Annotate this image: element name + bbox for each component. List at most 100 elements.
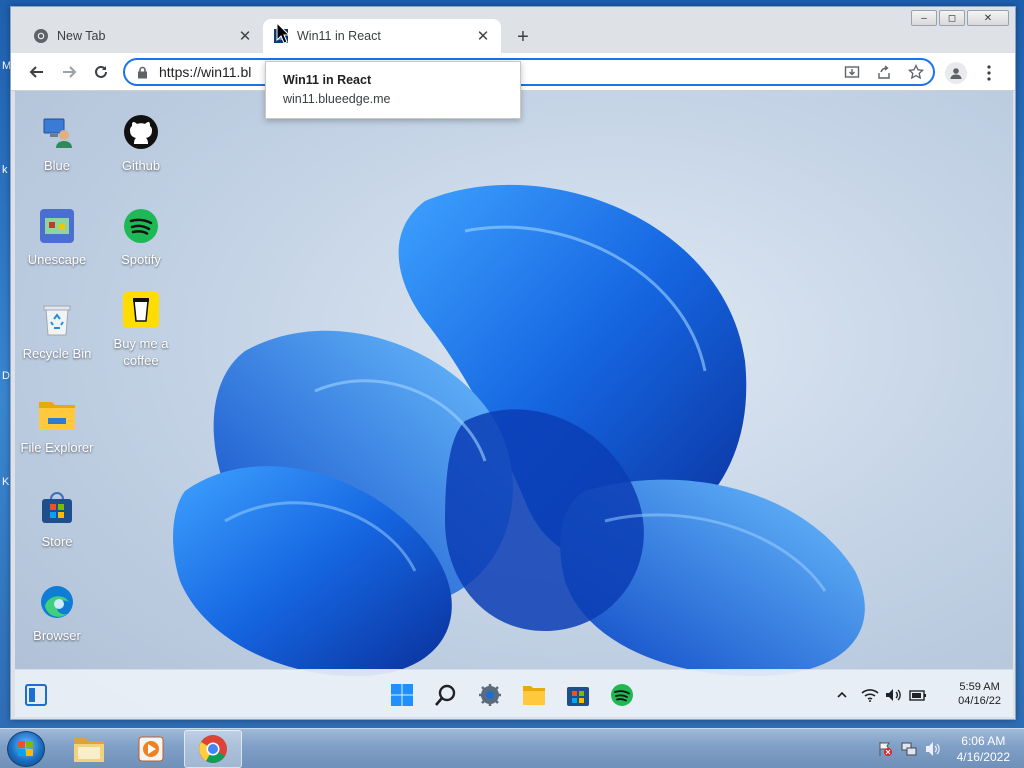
desktop-icon-buy-me-a-coffee[interactable]: Buy me a coffee — [99, 291, 183, 369]
wifi-icon — [861, 689, 879, 702]
kebab-menu-icon — [987, 65, 991, 81]
tab-strip: New Tab ✕ Win11 in React ✕ + — [11, 19, 1015, 53]
volume-control[interactable] — [883, 682, 905, 708]
spotify-icon — [122, 207, 160, 245]
store-taskbar-button[interactable] — [565, 682, 591, 708]
tooltip-title: Win11 in React — [283, 73, 372, 87]
win11-time: 5:59 AM — [959, 681, 1000, 693]
user-pc-icon — [38, 113, 76, 151]
back-button[interactable] — [25, 60, 49, 84]
host-time: 6:06 AM — [961, 734, 1006, 748]
tab-hover-card: Win11 in React win11.blueedge.me — [265, 61, 521, 119]
win11-date: 04/16/22 — [958, 695, 1001, 707]
close-tab-icon[interactable]: ✕ — [237, 27, 253, 45]
coffee-icon — [122, 291, 160, 329]
address-bar[interactable]: https://win11.bl — [123, 58, 935, 86]
wifi-status[interactable] — [859, 682, 881, 708]
action-center-flag-icon[interactable] — [877, 741, 893, 757]
host-media-player-task[interactable] — [122, 730, 180, 768]
desktop-icon-label: Browser — [33, 628, 81, 643]
desktop-icon-file-explorer[interactable]: File Explorer — [15, 395, 99, 456]
windows-flag-icon — [18, 741, 33, 756]
store-icon — [567, 687, 589, 706]
battery-status[interactable] — [907, 682, 929, 708]
desktop-icon-label: Store — [41, 534, 73, 549]
host-edge-letter: k — [2, 164, 8, 176]
windows-logo-icon — [391, 684, 413, 706]
tab-win11-in-react[interactable]: Win11 in React ✕ — [263, 19, 501, 53]
search-button[interactable] — [433, 682, 459, 708]
desktop-icon-label: Blue — [43, 158, 71, 173]
volume-icon[interactable] — [925, 741, 941, 757]
host-start-button[interactable] — [7, 731, 45, 767]
widgets-button[interactable] — [23, 682, 49, 708]
browser-menu-button[interactable] — [981, 62, 997, 84]
github-icon — [122, 113, 160, 151]
win11-clock[interactable]: 5:59 AM 04/16/22 — [958, 680, 1001, 708]
chevron-up-icon — [837, 691, 847, 698]
folder-icon — [523, 686, 545, 705]
mouse-cursor-icon — [276, 22, 290, 44]
desktop-icon-label: Github — [121, 158, 161, 173]
spotify-icon — [611, 684, 633, 706]
folder-icon — [38, 395, 76, 433]
folder-icon — [74, 738, 104, 762]
chrome-icon — [33, 28, 49, 44]
edge-icon — [38, 583, 76, 621]
desktop-icon-unescape[interactable]: Unescape — [15, 207, 99, 268]
host-system-tray: 6:06 AM 4/16/2022 — [869, 729, 1010, 768]
desktop-icon-label: Unescape — [27, 252, 87, 267]
win11-bloom-wallpaper — [173, 184, 865, 677]
new-tab-button[interactable]: + — [511, 25, 535, 49]
speaker-icon — [886, 689, 901, 701]
url-text[interactable]: https://win11.bl — [159, 64, 251, 80]
media-player-icon — [138, 736, 164, 762]
file-explorer-taskbar-button[interactable] — [521, 682, 547, 708]
profile-avatar[interactable] — [945, 62, 967, 84]
reload-button[interactable] — [89, 60, 113, 84]
tab-new-tab[interactable]: New Tab ✕ — [23, 19, 263, 53]
browser-window: – ◻ ✕ New Tab ✕ Win11 in React ✕ + https… — [10, 6, 1016, 720]
host-edge-letter: K — [2, 476, 10, 488]
desktop-icon-label: Spotify — [121, 252, 161, 267]
desktop-icon-label: Buy me a coffee — [113, 336, 169, 368]
forward-arrow-icon — [63, 66, 77, 78]
host-clock[interactable]: 6:06 AM 4/16/2022 — [957, 733, 1010, 765]
tab-title: New Tab — [57, 29, 106, 43]
start-button[interactable] — [389, 682, 415, 708]
install-app-icon[interactable] — [843, 63, 861, 81]
desktop-icon-label: Recycle Bin — [22, 346, 92, 361]
share-icon[interactable] — [875, 63, 893, 81]
lock-icon — [137, 66, 151, 79]
desktop-icon-blue[interactable]: Blue — [15, 113, 99, 174]
widgets-icon — [25, 684, 47, 706]
battery-icon — [909, 690, 926, 701]
back-arrow-icon — [29, 66, 43, 78]
forward-button[interactable] — [57, 60, 81, 84]
web-page-viewport: Blue Unescape Recycle Bin File Explorer … — [15, 91, 1013, 717]
desktop-icon-browser[interactable]: Browser — [15, 583, 99, 644]
person-icon — [950, 68, 962, 79]
tooltip-url: win11.blueedge.me — [283, 92, 391, 106]
win11-taskbar: 5:59 AM 04/16/22 — [15, 669, 1013, 717]
network-icon[interactable] — [901, 741, 917, 757]
tab-title: Win11 in React — [297, 29, 381, 43]
host-date: 4/16/2022 — [956, 750, 1010, 764]
host-edge-letter: D — [2, 370, 10, 382]
gear-icon — [479, 684, 501, 706]
chrome-icon — [199, 735, 227, 763]
recycle-bin-icon — [38, 301, 76, 339]
spotify-taskbar-button[interactable] — [609, 682, 635, 708]
host-chrome-task[interactable] — [184, 730, 242, 768]
show-hidden-icons-button[interactable] — [833, 682, 851, 708]
bookmark-star-icon[interactable] — [907, 63, 925, 81]
desktop-icon-spotify[interactable]: Spotify — [99, 207, 183, 268]
game-icon — [38, 207, 76, 245]
host-explorer-task[interactable] — [60, 730, 118, 768]
desktop-icon-recycle-bin[interactable]: Recycle Bin — [15, 301, 99, 362]
desktop-icon-store[interactable]: Store — [15, 489, 99, 550]
close-tab-icon[interactable]: ✕ — [475, 27, 491, 45]
reload-icon — [95, 65, 107, 78]
desktop-icon-github[interactable]: Github — [99, 113, 183, 174]
settings-button[interactable] — [477, 682, 503, 708]
